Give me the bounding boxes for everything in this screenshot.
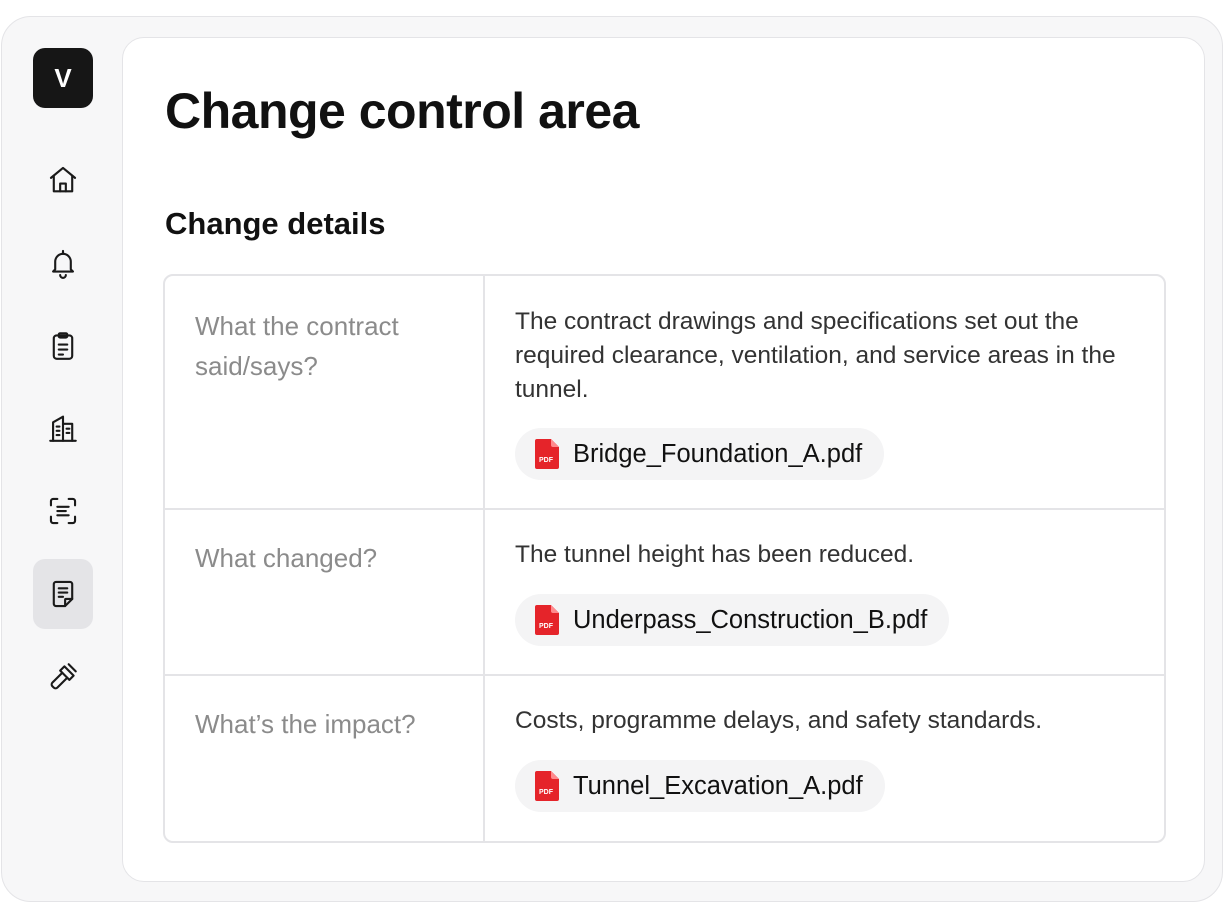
svg-text:PDF: PDF	[539, 623, 554, 630]
page-title: Change control area	[165, 83, 639, 139]
pdf-file-icon: PDF	[535, 605, 559, 635]
sidebar-item-notifications[interactable]	[33, 228, 93, 298]
app-shell: V Change control area Change details Wha…	[1, 16, 1223, 902]
sidebar-item-tasks[interactable]	[33, 311, 93, 381]
sidebar-item-buildings[interactable]	[33, 393, 93, 463]
file-name: Tunnel_Excavation_A.pdf	[573, 771, 863, 800]
table-row: What’s the impact? Costs, programme dela…	[165, 676, 1164, 841]
change-details-table: What the contract said/says? The contrac…	[163, 274, 1166, 843]
sidebar-item-tools[interactable]	[33, 642, 93, 712]
notes-icon	[52, 580, 74, 608]
row-description: The contract drawings and specifications…	[515, 308, 1116, 403]
sidebar-item-change-control[interactable]	[33, 559, 93, 629]
home-icon	[49, 166, 77, 193]
row-label: What the contract said/says?	[195, 311, 399, 381]
file-attachment[interactable]: PDF Tunnel_Excavation_A.pdf	[515, 760, 885, 812]
file-name: Underpass_Construction_B.pdf	[573, 605, 928, 634]
file-attachment[interactable]: PDF Underpass_Construction_B.pdf	[515, 594, 950, 646]
app-logo[interactable]: V	[33, 48, 93, 108]
column-divider	[483, 276, 485, 508]
pdf-file-icon: PDF	[535, 439, 559, 469]
bell-icon	[52, 249, 74, 279]
row-description: The tunnel height has been reduced.	[515, 541, 915, 568]
row-description: Costs, programme delays, and safety stan…	[515, 707, 1043, 734]
building-icon	[49, 415, 77, 442]
svg-text:PDF: PDF	[539, 789, 554, 796]
svg-text:PDF: PDF	[539, 457, 554, 464]
logo-letter: V	[54, 62, 72, 93]
scan-text-icon	[49, 497, 77, 525]
column-divider	[483, 510, 485, 674]
file-attachment[interactable]: PDF Bridge_Foundation_A.pdf	[515, 428, 885, 480]
clipboard-icon	[52, 332, 74, 360]
sidebar: V	[2, 17, 122, 901]
sidebar-item-scan[interactable]	[33, 476, 93, 546]
table-row: What the contract said/says? The contrac…	[165, 276, 1164, 510]
sidebar-item-home[interactable]	[33, 145, 93, 215]
row-label: What’s the impact?	[195, 709, 416, 739]
hammer-icon	[50, 663, 77, 690]
file-name: Bridge_Foundation_A.pdf	[573, 439, 863, 468]
table-row: What changed? The tunnel height has been…	[165, 510, 1164, 676]
column-divider	[483, 676, 485, 841]
section-title: Change details	[165, 206, 386, 241]
main-content: Change control area Change details What …	[122, 37, 1205, 882]
pdf-file-icon: PDF	[535, 771, 559, 801]
row-label: What changed?	[195, 543, 378, 573]
